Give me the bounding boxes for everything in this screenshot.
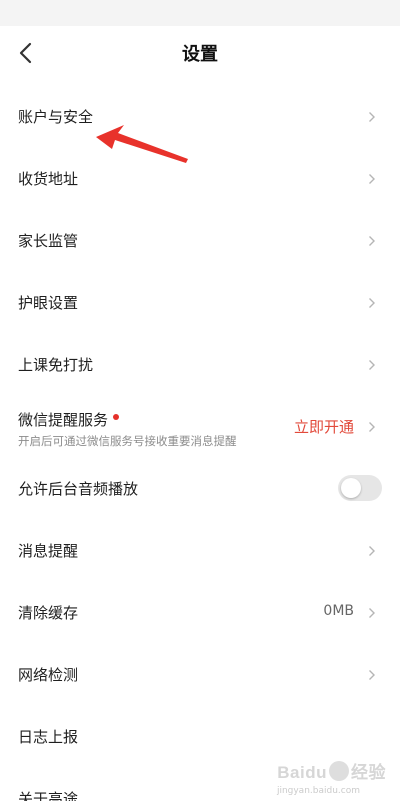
chevron-right-icon (369, 608, 375, 618)
settings-item-label: 护眼设置 (18, 294, 79, 312)
settings-item-wechat-reminder[interactable]: 微信提醒服务 开启后可通过微信服务号接收重要消息提醒 立即开通 (0, 396, 400, 458)
chevron-right-icon (369, 298, 375, 308)
settings-item-label: 微信提醒服务 (18, 409, 120, 430)
settings-item-label: 家长监管 (18, 232, 79, 250)
settings-item-eye-care[interactable]: 护眼设置 (0, 272, 400, 334)
settings-item-clear-cache[interactable]: 清除缓存 0MB (0, 582, 400, 644)
settings-item-network-check[interactable]: 网络检测 (0, 644, 400, 706)
settings-item-label: 上课免打扰 (18, 356, 94, 374)
settings-item-do-not-disturb[interactable]: 上课免打扰 (0, 334, 400, 396)
settings-item-notifications[interactable]: 消息提醒 (0, 520, 400, 582)
cache-size-value: 0MB (323, 603, 354, 619)
chevron-right-icon (369, 360, 375, 370)
activate-now-link[interactable]: 立即开通 (294, 416, 354, 437)
chevron-right-icon (369, 546, 375, 556)
red-dot-badge (113, 414, 120, 420)
settings-item-subtitle: 开启后可通过微信服务号接收重要消息提醒 (18, 434, 237, 448)
background-audio-toggle[interactable] (338, 475, 382, 501)
settings-item-label: 网络检测 (18, 666, 79, 684)
paw-icon (329, 761, 349, 781)
settings-item-shipping-address[interactable]: 收货地址 (0, 148, 400, 210)
page-title: 设置 (182, 44, 218, 65)
settings-item-background-audio: 允许后台音频播放 (0, 458, 400, 520)
chevron-right-icon (369, 236, 375, 246)
settings-item-account-security[interactable]: 账户与安全 (0, 86, 400, 148)
chevron-right-icon (369, 422, 375, 432)
watermark-url: jingyan.baidu.com (276, 786, 360, 796)
chevron-right-icon (369, 670, 375, 680)
settings-list: 账户与安全 收货地址 家长监管 护眼设置 上课免打扰 微信提醒服务 开启后可通过… (0, 86, 400, 801)
settings-item-label: 日志上报 (18, 728, 79, 746)
settings-item-label: 账户与安全 (18, 108, 94, 126)
toggle-knob (341, 478, 361, 498)
chevron-right-icon (369, 174, 375, 184)
chevron-right-icon (369, 112, 375, 122)
navigation-bar: 设置 (0, 26, 400, 80)
settings-item-label: 消息提醒 (18, 542, 79, 560)
settings-item-parental-control[interactable]: 家长监管 (0, 210, 400, 272)
settings-item-label: 收货地址 (18, 170, 79, 188)
settings-item-label: 允许后台音频播放 (18, 480, 139, 498)
red-pointer-arrow-annotation (96, 125, 188, 163)
settings-item-label: 清除缓存 (18, 604, 79, 622)
settings-item-label: 关于高途 (18, 790, 79, 801)
status-bar (0, 0, 400, 26)
baidu-watermark: Baidu 经验 (277, 761, 386, 782)
